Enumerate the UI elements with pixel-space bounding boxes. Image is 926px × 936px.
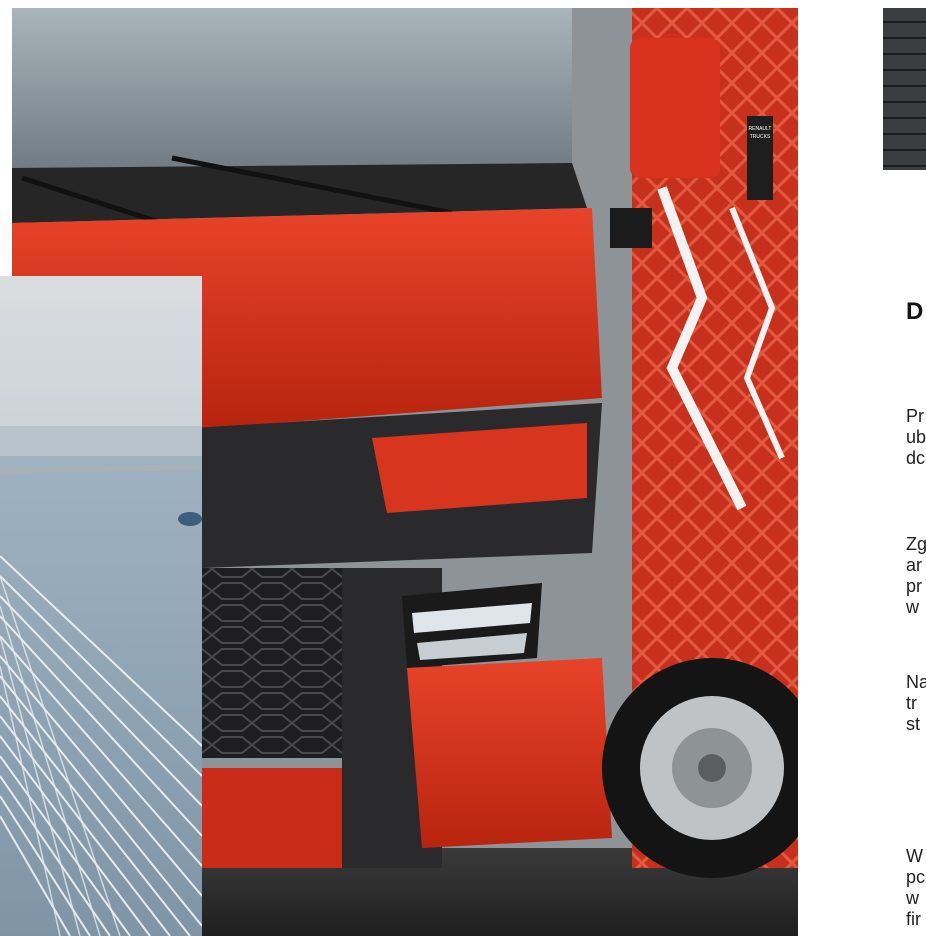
- paragraph-line: Zg: [906, 534, 926, 554]
- paragraph-line: w: [906, 597, 919, 617]
- truck-badge-line-2: TRUCKS: [750, 134, 771, 140]
- paragraph-line: tr: [906, 693, 917, 713]
- paragraph-2: Zg ar pr w: [906, 534, 926, 618]
- paragraph-line: W: [906, 846, 923, 866]
- paragraph-line: pr: [906, 576, 923, 596]
- paragraph-line: ub: [906, 427, 926, 447]
- truck-badge-line-1: RENAULT: [749, 126, 772, 132]
- paragraph-line: Pr: [906, 406, 924, 426]
- paragraph-line: fir: [906, 909, 921, 929]
- paragraph-1: Pr ub dc: [906, 406, 926, 469]
- text-panel: D Pr ub dc Zg ar pr w Na tr st W pc w fi…: [798, 170, 926, 936]
- paragraph-line: Na: [906, 672, 926, 692]
- bridge-photo: [0, 276, 202, 936]
- panel-title: D: [906, 298, 924, 325]
- paragraph-line: w: [906, 888, 919, 908]
- paragraph-line: pc: [906, 867, 926, 887]
- paragraph-line: st: [906, 714, 921, 734]
- shutter-door: [883, 8, 926, 170]
- paragraph-line: dc: [906, 448, 926, 468]
- paragraph-3: Na tr st: [906, 672, 926, 735]
- paragraph-line: ar: [906, 555, 923, 575]
- paragraph-4: W pc w fir: [906, 846, 925, 930]
